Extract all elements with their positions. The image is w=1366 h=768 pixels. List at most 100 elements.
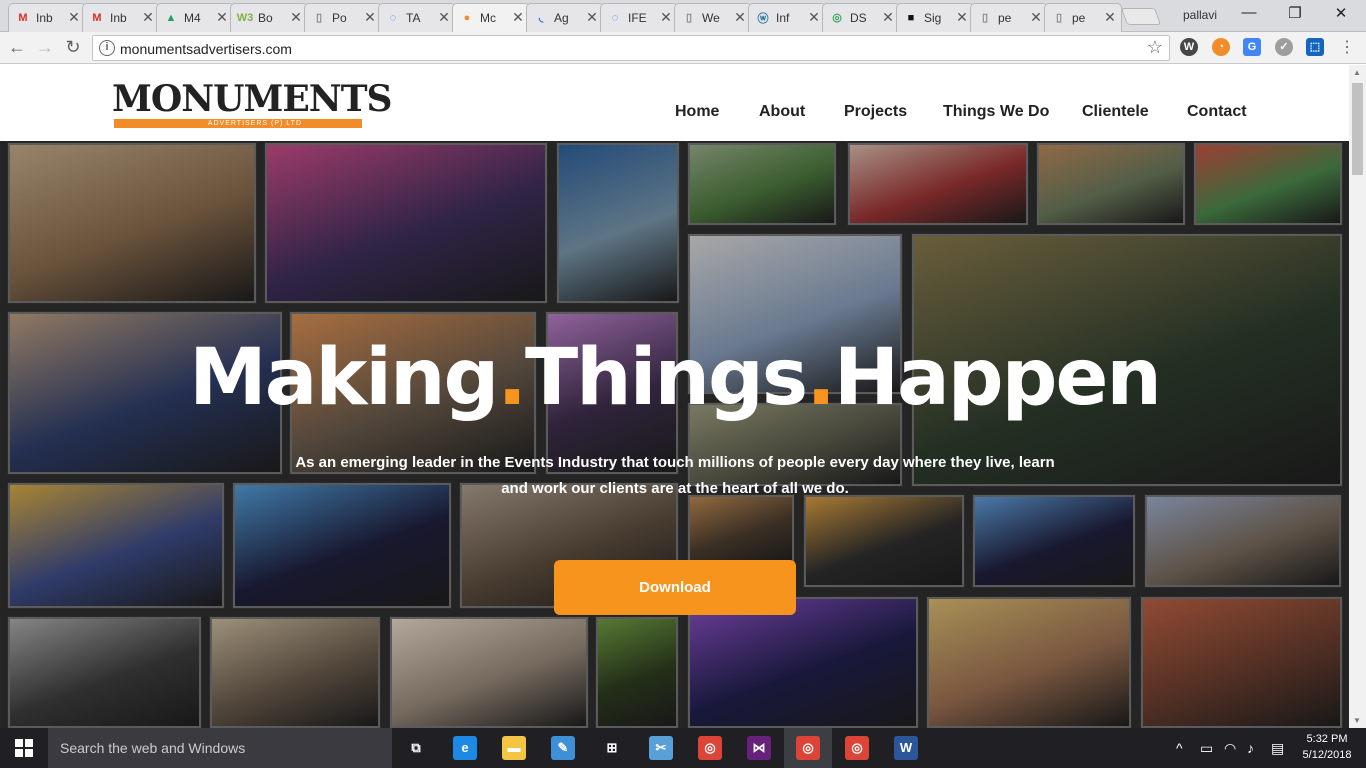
reload-button[interactable]: ↻ [62,37,84,58]
tab-title: TA [406,10,421,25]
browser-tab[interactable]: ▯ Po ✕ [304,3,382,32]
forward-button[interactable]: → [34,37,56,58]
browser-tab[interactable]: M Inb ✕ [8,3,86,32]
tab-title: Inb [110,10,127,25]
wordpress-extension-icon[interactable]: W [1180,38,1198,56]
new-tab-button[interactable] [1120,8,1162,25]
browser-tab[interactable]: ▯ We ✕ [674,3,752,32]
clock-date: 5/12/2018 [1302,749,1352,761]
page-icon: ▯ [315,12,323,24]
close-tab-icon[interactable]: ✕ [1102,9,1118,26]
chrome-icon[interactable]: ◎ [845,736,869,760]
visual-studio-icon[interactable]: ⋈ [747,736,771,760]
nav-clientele[interactable]: Clientele [1082,103,1149,121]
browser-tab[interactable]: ⓦ Inf ✕ [748,3,826,32]
tab-title: Inb [36,10,53,25]
tab-title: Po [332,10,347,25]
browser-tab[interactable]: ▯ pe ✕ [1044,3,1122,32]
translate-extension-icon[interactable]: G [1243,38,1261,56]
nav-contact[interactable]: Contact [1187,103,1247,121]
chrome-icon[interactable]: ◎ [796,736,820,760]
scroll-up-arrow-icon[interactable]: ▲ [1353,68,1361,77]
browser-tab[interactable]: ▲ M4 ✕ [156,3,234,32]
close-tab-icon[interactable]: ✕ [436,9,452,26]
tab-title: Mc [480,10,496,25]
check-extension-icon[interactable]: ✓ [1275,38,1293,56]
hero-banner: Making.Things.Happen As an emerging lead… [0,141,1349,728]
snipping-tool-icon[interactable]: ✂ [649,736,673,760]
hero-overlay [0,141,1349,728]
store-icon[interactable]: ⊞ [600,736,624,760]
close-tab-icon[interactable]: ✕ [1028,9,1044,26]
nav-home[interactable]: Home [675,103,719,121]
system-clock[interactable]: 5:32 PM 5/12/2018 [1296,731,1358,763]
monuments-logo[interactable]: MONUMENTS ADVERTISERS (P) LTD [112,77,393,129]
tab-title: DS [850,10,867,25]
close-tab-icon[interactable]: ✕ [732,9,748,26]
taskbar-search-box[interactable]: Search the web and Windows [48,728,392,768]
nav-projects[interactable]: Projects [844,103,907,121]
back-button[interactable]: ← [6,37,28,58]
user-extension-icon[interactable]: ⬚ [1306,38,1324,56]
logo-wordmark: ONUMENTS [150,78,393,120]
hero-headline: Making.Things.Happen [0,333,1349,423]
drive-icon: ▲ [165,11,177,24]
chrome-icon: ◎ [832,12,842,24]
bookmark-star-icon[interactable]: ☆ [1147,37,1163,58]
headline-word-making: Making [189,333,499,423]
close-tab-icon[interactable]: ✕ [954,9,970,26]
url-text[interactable]: monumentsadvertisers.com [120,41,292,57]
browser-tab[interactable]: M Inb ✕ [82,3,160,32]
task-view-icon[interactable]: ⧉ [404,736,428,760]
tab-title: pe [998,10,1012,25]
start-button[interactable] [0,728,48,768]
restore-button[interactable]: ❐ [1272,4,1318,22]
orange-extension-icon[interactable]: ◔ [1212,38,1230,56]
word-icon[interactable]: W [894,736,918,760]
download-button[interactable]: Download [554,560,796,615]
edge-icon[interactable]: e [453,736,477,760]
close-tab-icon[interactable]: ✕ [880,9,896,26]
paint-icon[interactable]: ✎ [551,736,575,760]
close-tab-icon[interactable]: ✕ [806,9,822,26]
close-tab-icon[interactable]: ✕ [362,9,378,26]
file-explorer-icon[interactable]: ▬ [502,736,526,760]
close-window-button[interactable]: ✕ [1318,4,1364,22]
close-tab-icon[interactable]: ✕ [66,9,82,26]
address-bar[interactable]: i monumentsadvertisers.com ☆ [92,35,1170,61]
browser-tab[interactable]: ◌ IFE ✕ [600,3,678,32]
gmail-icon: M [92,11,102,24]
chrome-icon[interactable]: ◎ [698,736,722,760]
nav-things-we-do[interactable]: Things We Do [943,103,1049,121]
browser-tab[interactable]: ◟ Ag ✕ [526,3,604,32]
close-tab-icon[interactable]: ✕ [510,9,526,26]
close-tab-icon[interactable]: ✕ [214,9,230,26]
minimize-button[interactable]: — [1226,4,1272,21]
site-info-icon[interactable]: i [99,40,115,56]
page-scrollbar[interactable]: ▲ ▼ [1349,65,1366,728]
browser-tab[interactable]: W3 Bo ✕ [230,3,308,32]
wifi-icon[interactable]: ◠ [1224,740,1236,757]
loading-icon: ◌ [389,11,397,24]
close-tab-icon[interactable]: ✕ [658,9,674,26]
volume-icon[interactable]: ♪ [1247,740,1254,756]
browser-tab[interactable]: ◌ TA ✕ [378,3,456,32]
nav-about[interactable]: About [759,103,805,121]
browser-toolbar: ← → ↻ i monumentsadvertisers.com ☆ W ◔ G… [0,32,1366,64]
browser-tab[interactable]: ▯ pe ✕ [970,3,1048,32]
close-tab-icon[interactable]: ✕ [584,9,600,26]
action-center-icon[interactable]: ▤ [1271,740,1284,757]
scroll-down-arrow-icon[interactable]: ▼ [1353,716,1361,725]
profile-name[interactable]: pallavi [1183,8,1217,22]
logo-initial: M [112,78,152,120]
close-tab-icon[interactable]: ✕ [140,9,156,26]
scrollbar-thumb[interactable] [1352,83,1363,175]
browser-tab[interactable]: ■ Sig ✕ [896,3,974,32]
show-hidden-icons-chevron-icon[interactable]: ^ [1176,740,1183,756]
browser-tab[interactable]: ◎ DS ✕ [822,3,900,32]
battery-icon[interactable]: ▭ [1200,740,1213,757]
close-tab-icon[interactable]: ✕ [288,9,304,26]
browser-tab[interactable]: ● Mc ✕ [452,3,530,32]
tab-title: Bo [258,10,273,25]
chrome-menu-icon[interactable]: ⋮ [1336,37,1358,57]
